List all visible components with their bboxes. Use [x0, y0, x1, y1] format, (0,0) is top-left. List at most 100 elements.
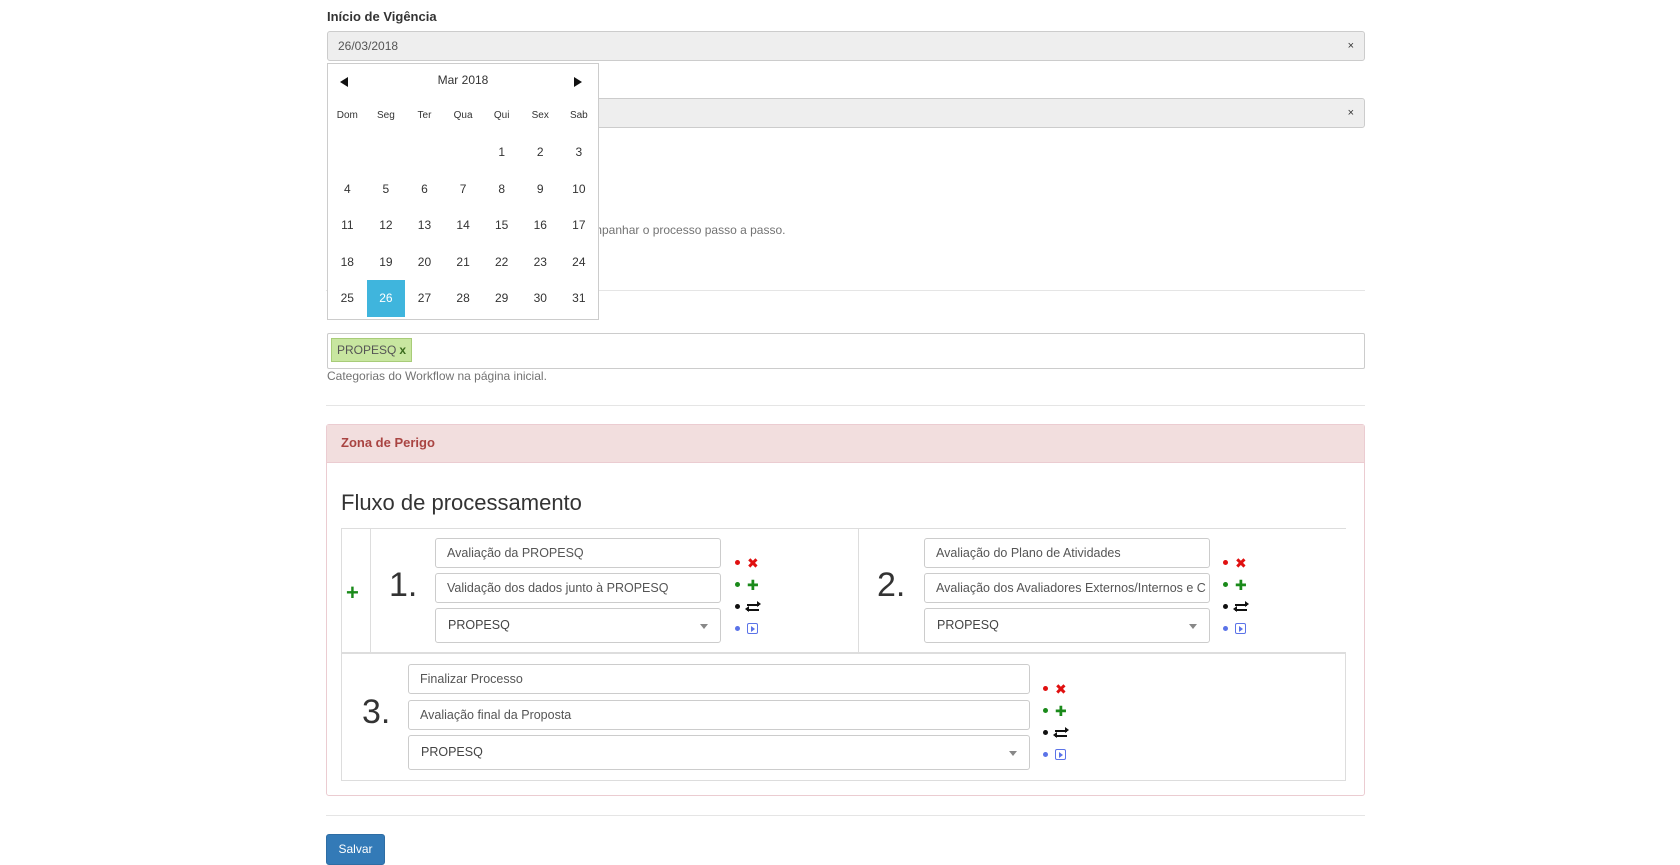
day-cell[interactable]: 16: [521, 207, 560, 244]
day-cell[interactable]: 30: [521, 280, 560, 317]
dot-icon: [1043, 686, 1048, 691]
tag-remove-icon[interactable]: x: [399, 343, 406, 357]
day-cell[interactable]: 27: [405, 280, 444, 317]
play-icon[interactable]: [1055, 749, 1066, 760]
clear-field-icon[interactable]: ×: [1348, 99, 1354, 127]
save-button[interactable]: Salvar: [326, 834, 385, 865]
step-close-control[interactable]: ✖: [1223, 555, 1253, 571]
workflow-help-text: mpanhar o processo passo a passo.: [592, 223, 786, 237]
step-close-control[interactable]: ✖: [735, 555, 765, 571]
day-cell[interactable]: 29: [482, 280, 521, 317]
day-cell[interactable]: 8: [482, 171, 521, 208]
inicio-vigencia-value: 26/03/2018: [338, 39, 399, 53]
datepicker[interactable]: Mar 2018 Dom Seg Ter Qua Qui Sex Sab 123456789…: [327, 63, 599, 320]
datepicker-grid: Dom Seg Ter Qua Qui Sex Sab 1 2 3 4 5 6 7 8 9 10 11 12 13 1…: [328, 104, 600, 317]
next-month-icon[interactable]: [574, 75, 588, 89]
close-icon[interactable]: ✖: [747, 555, 759, 571]
step-group-select[interactable]: PROPESQ: [924, 608, 1210, 643]
day-cell[interactable]: 23: [521, 244, 560, 281]
dot-icon: [1043, 730, 1048, 735]
step-group-value: PROPESQ: [448, 618, 510, 632]
dot-icon: [1043, 708, 1048, 713]
day-cell[interactable]: 21: [444, 244, 483, 281]
step-name-input[interactable]: Avaliação do Plano de Atividades: [924, 538, 1210, 568]
tags-input[interactable]: PROPESQ x: [327, 333, 1365, 369]
step-name-input[interactable]: Avaliação da PROPESQ: [435, 538, 721, 568]
step-play-control[interactable]: [1043, 747, 1073, 763]
day-cell[interactable]: 9: [521, 171, 560, 208]
weekday-label: Seg: [376, 110, 395, 121]
day-cell[interactable]: 6: [405, 171, 444, 208]
datepicker-title[interactable]: Mar 2018: [328, 73, 598, 87]
play-icon[interactable]: [747, 623, 758, 634]
close-icon[interactable]: ✖: [1055, 681, 1067, 697]
step-play-control[interactable]: [735, 621, 765, 637]
day-cell[interactable]: 12: [367, 207, 406, 244]
play-icon[interactable]: [1235, 623, 1246, 634]
datepicker-week: 4 5 6 7 8 9 10: [328, 171, 600, 208]
plus-icon[interactable]: ✚: [1235, 577, 1247, 593]
day-cell[interactable]: 26: [366, 280, 406, 317]
close-icon[interactable]: ✖: [1235, 555, 1247, 571]
day-cell[interactable]: 5: [367, 171, 406, 208]
plus-icon[interactable]: ✚: [1055, 703, 1067, 719]
step-plus-control[interactable]: ✚: [1223, 577, 1253, 593]
day-cell[interactable]: 7: [444, 171, 483, 208]
step-swap-control[interactable]: [1043, 725, 1073, 741]
weekday-label: Qui: [493, 110, 510, 121]
step-number: 3.: [362, 693, 391, 731]
inicio-vigencia-field[interactable]: 26/03/2018 ×: [327, 31, 1365, 61]
weekday-label: Qua: [453, 110, 473, 121]
swap-icon[interactable]: [1233, 601, 1249, 612]
day-cell[interactable]: 24: [560, 244, 599, 281]
day-cell[interactable]: 18: [328, 244, 367, 281]
dot-icon: [1223, 604, 1228, 609]
step-description-input[interactable]: Avaliação final da Proposta: [408, 700, 1030, 730]
weekday-label: Dom: [336, 110, 358, 121]
step-plus-control[interactable]: ✚: [735, 577, 765, 593]
divider: [326, 405, 1365, 406]
plus-icon[interactable]: ✚: [747, 577, 759, 593]
weekday-header: Dom Seg Ter Qua Qui Sex Sab: [328, 104, 600, 128]
swap-icon[interactable]: [745, 601, 761, 612]
clear-date-icon[interactable]: ×: [1348, 32, 1354, 60]
step-group-select[interactable]: PROPESQ: [408, 735, 1030, 770]
day-cell[interactable]: 19: [367, 244, 406, 281]
step-description-input[interactable]: Avaliação dos Avaliadores Externos/Inter…: [924, 573, 1210, 603]
step-name-input[interactable]: Finalizar Processo: [408, 664, 1030, 694]
step-group-value: PROPESQ: [421, 745, 483, 759]
day-cell[interactable]: 25: [328, 280, 367, 317]
datepicker-header: Mar 2018: [328, 64, 598, 100]
step-swap-control[interactable]: [735, 599, 765, 615]
empty-day-cell: [367, 134, 406, 171]
day-cell[interactable]: 15: [482, 207, 521, 244]
datepicker-week: 25 26 27 28 29 30 31: [328, 280, 600, 317]
inicio-vigencia-label: Início de Vigência: [327, 9, 437, 24]
step-group-value: PROPESQ: [937, 618, 999, 632]
day-cell[interactable]: 28: [444, 280, 483, 317]
day-cell[interactable]: 22: [482, 244, 521, 281]
day-cell[interactable]: 11: [328, 207, 367, 244]
day-cell[interactable]: 4: [328, 171, 367, 208]
step-swap-control[interactable]: [1223, 599, 1253, 615]
dot-icon: [735, 560, 740, 565]
day-cell[interactable]: 2: [521, 134, 560, 171]
step-group-select[interactable]: PROPESQ: [435, 608, 721, 643]
step-description-input[interactable]: Validação dos dados junto à PROPESQ: [435, 573, 721, 603]
datepicker-week: 18 19 20 21 22 23 24: [328, 244, 600, 281]
day-cell[interactable]: 17: [560, 207, 599, 244]
empty-day-cell: [444, 134, 483, 171]
step-close-control[interactable]: ✖: [1043, 681, 1073, 697]
day-cell[interactable]: 31: [560, 280, 599, 317]
day-cell[interactable]: 1: [482, 134, 521, 171]
day-cell[interactable]: 14: [444, 207, 483, 244]
step-play-control[interactable]: [1223, 621, 1253, 637]
add-step-icon[interactable]: +: [346, 580, 359, 606]
swap-icon[interactable]: [1053, 727, 1069, 738]
day-cell[interactable]: 20: [405, 244, 444, 281]
dot-icon: [735, 604, 740, 609]
day-cell[interactable]: 10: [560, 171, 599, 208]
step-plus-control[interactable]: ✚: [1043, 703, 1073, 719]
day-cell[interactable]: 3: [560, 134, 599, 171]
day-cell[interactable]: 13: [405, 207, 444, 244]
